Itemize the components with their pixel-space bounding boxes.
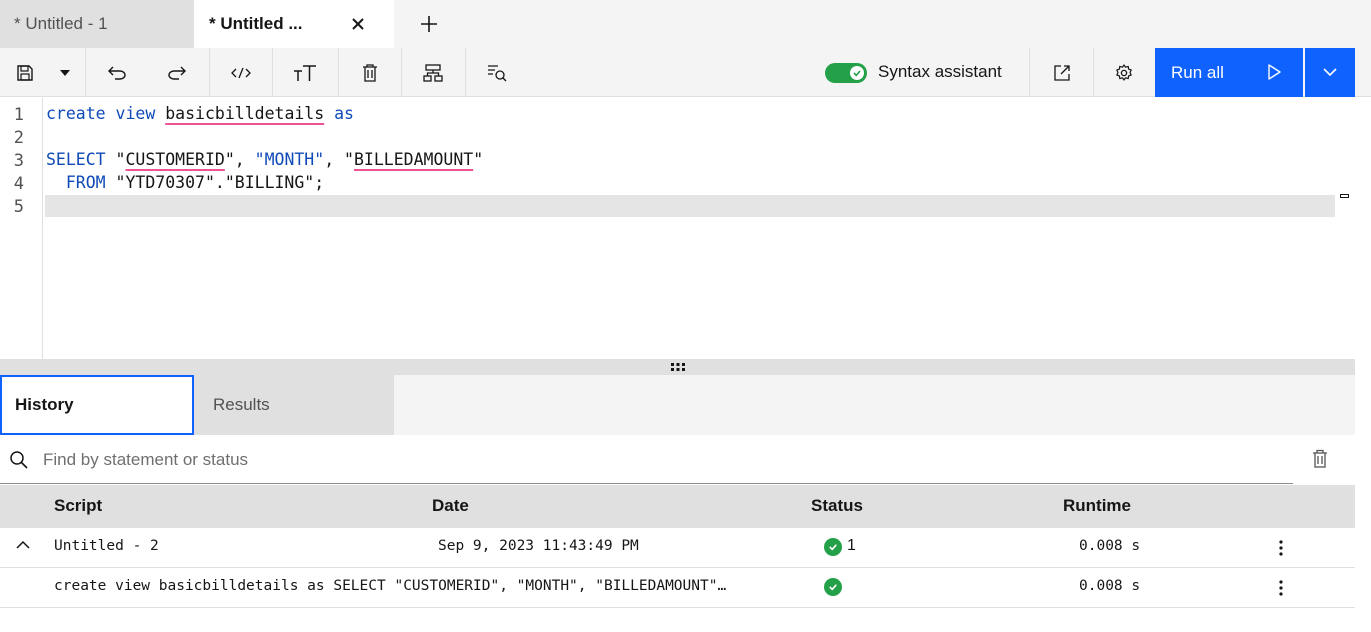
add-tab-button[interactable] bbox=[394, 0, 464, 48]
flow-icon bbox=[423, 63, 443, 82]
run-all-button[interactable]: Run all bbox=[1155, 48, 1303, 97]
line-number: 2 bbox=[13, 128, 24, 148]
chevron-down-icon bbox=[1323, 68, 1337, 77]
trash-icon[interactable] bbox=[1312, 449, 1328, 469]
column-header-script: Script bbox=[54, 496, 103, 515]
plus-icon bbox=[421, 16, 437, 32]
close-icon[interactable] bbox=[344, 10, 372, 38]
code-line-1: create view basicbilldetails as bbox=[46, 104, 354, 123]
overflow-menu-icon[interactable] bbox=[1272, 577, 1290, 599]
line-number: 4 bbox=[13, 174, 24, 194]
editor-scrollbar[interactable] bbox=[1355, 98, 1371, 632]
script-name: Untitled - 2 bbox=[54, 538, 159, 554]
launch-icon bbox=[1054, 64, 1070, 81]
editor-tab-bar: * Untitled - 1 * Untitled ... bbox=[0, 0, 1371, 48]
caret-down-icon bbox=[60, 69, 70, 76]
explain-plan-button[interactable] bbox=[416, 48, 450, 97]
trash-icon bbox=[363, 63, 377, 82]
open-external-button[interactable] bbox=[1045, 48, 1079, 97]
text-size-icon bbox=[294, 64, 316, 81]
syntax-assistant-label: Syntax assistant bbox=[878, 62, 1002, 81]
statement-text: create view basicbilldetails as SELECT "… bbox=[54, 578, 727, 594]
active-line-highlight bbox=[45, 195, 1335, 217]
line-number: 1 bbox=[13, 105, 24, 125]
runtime-value: 0.008 s bbox=[1079, 538, 1141, 554]
save-button[interactable] bbox=[10, 48, 40, 97]
check-icon bbox=[850, 66, 864, 80]
code-line-3: SELECT "CUSTOMERID", "MONTH", "BILLEDAMO… bbox=[46, 150, 484, 169]
history-search-bar bbox=[0, 435, 1355, 485]
column-header-runtime: Runtime bbox=[1063, 496, 1131, 515]
text-size-button[interactable] bbox=[288, 48, 322, 97]
status-count: 1 bbox=[847, 537, 856, 554]
overview-ruler-marker bbox=[1340, 194, 1349, 198]
search-underline bbox=[0, 483, 1293, 484]
format-code-button[interactable] bbox=[224, 48, 258, 97]
settings-button[interactable] bbox=[1107, 48, 1141, 97]
gear-icon bbox=[1116, 63, 1132, 81]
tab-history[interactable]: History bbox=[0, 375, 194, 435]
code-icon bbox=[231, 67, 251, 78]
success-icon bbox=[824, 538, 842, 556]
table-row[interactable]: Untitled - 2 Sep 9, 2023 11:43:49 PM 1 0… bbox=[0, 528, 1355, 568]
tab-untitled-2[interactable]: * Untitled ... bbox=[194, 0, 394, 48]
sql-editor[interactable]: 1 2 3 4 5 create view basicbilldetails a… bbox=[0, 98, 1355, 359]
overflow-menu-icon[interactable] bbox=[1272, 537, 1290, 559]
line-number-gutter: 1 2 3 4 5 bbox=[0, 98, 43, 359]
table-row[interactable]: create view basicbilldetails as SELECT "… bbox=[0, 568, 1355, 608]
runtime-value: 0.008 s bbox=[1079, 578, 1141, 594]
run-options-dropdown[interactable] bbox=[1305, 48, 1355, 97]
find-button[interactable] bbox=[480, 48, 514, 97]
line-number: 5 bbox=[13, 197, 24, 217]
redo-button[interactable] bbox=[160, 48, 194, 97]
tab-untitled-1[interactable]: * Untitled - 1 bbox=[0, 0, 194, 48]
success-icon bbox=[824, 578, 842, 596]
column-header-date: Date bbox=[432, 496, 469, 515]
code-line-4: FROM "YTD70307"."BILLING"; bbox=[65, 173, 325, 192]
tab-results[interactable]: Results bbox=[194, 375, 394, 435]
tab-label: * Untitled - 1 bbox=[14, 14, 108, 33]
tab-results-label: Results bbox=[213, 395, 270, 414]
tab-history-label: History bbox=[15, 395, 74, 414]
redo-icon bbox=[168, 66, 186, 80]
syntax-assistant-toggle[interactable] bbox=[825, 63, 867, 83]
clear-editor-button[interactable] bbox=[353, 48, 387, 97]
drag-handle-icon bbox=[670, 363, 685, 371]
result-panel-tabs: History Results bbox=[0, 375, 1355, 435]
search-icon bbox=[10, 451, 28, 469]
line-number: 3 bbox=[13, 151, 24, 171]
chevron-up-icon[interactable] bbox=[16, 540, 30, 549]
play-icon bbox=[1268, 64, 1281, 80]
run-all-label: Run all bbox=[1171, 62, 1224, 82]
history-table-header: Script Date Status Runtime bbox=[0, 485, 1355, 528]
panel-resize-handle[interactable] bbox=[0, 359, 1355, 375]
save-icon bbox=[17, 64, 33, 81]
tab-label: * Untitled ... bbox=[209, 14, 303, 33]
column-header-status: Status bbox=[811, 496, 863, 515]
toolbar: Syntax assistant Run all bbox=[0, 48, 1371, 97]
history-search-input[interactable] bbox=[43, 447, 1283, 473]
undo-icon bbox=[108, 66, 126, 80]
run-date: Sep 9, 2023 11:43:49 PM bbox=[438, 538, 639, 554]
undo-button[interactable] bbox=[100, 48, 134, 97]
save-options-dropdown[interactable] bbox=[52, 48, 78, 97]
search-list-icon bbox=[488, 64, 507, 81]
